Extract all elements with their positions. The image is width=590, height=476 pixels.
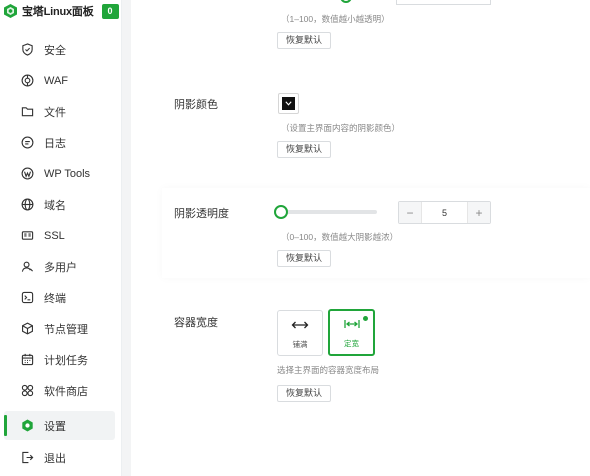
apps-icon — [20, 384, 34, 398]
sidebar-item-label: 文件 — [44, 106, 66, 119]
sidebar-item-logout[interactable]: 退出 — [4, 443, 115, 472]
notification-badge[interactable]: 0 — [101, 3, 119, 19]
sidebar-item-label: WAF — [44, 74, 69, 87]
sidebar-item-label: 多用户 — [44, 261, 77, 274]
sidebar-item-security[interactable]: 安全 — [4, 35, 115, 64]
width-option-label: 定宽 — [344, 339, 359, 348]
increment-button[interactable]: + — [468, 202, 490, 223]
top-reset-button[interactable]: 恢复默认 — [277, 32, 332, 49]
ssl-icon — [20, 229, 34, 243]
sidebar-item-label: 退出 — [44, 452, 66, 465]
container-width-reset-button[interactable]: 恢复默认 — [277, 385, 332, 402]
sidebar-item-label: 节点管理 — [44, 323, 88, 336]
sidebar-item-logs[interactable]: 日志 — [4, 128, 115, 157]
sidebar-item-app-store[interactable]: 软件商店 — [4, 376, 115, 405]
shield-icon — [20, 43, 34, 57]
slider-knob-partial[interactable] — [338, 0, 354, 4]
decrement-button[interactable]: − — [399, 202, 421, 223]
shadow-color-picker[interactable] — [278, 93, 299, 114]
wordpress-icon — [20, 167, 34, 181]
sidebar-item-settings[interactable]: 设置 — [4, 411, 115, 440]
shadow-opacity-slider-knob[interactable] — [274, 205, 288, 219]
sidebar-item-label: 终端 — [44, 292, 66, 305]
selected-indicator — [363, 316, 368, 321]
cube-icon — [20, 322, 34, 336]
log-icon — [20, 136, 34, 150]
shadow-opacity-reset-button[interactable]: 恢复默认 — [277, 250, 332, 267]
expand-arrows-icon — [291, 317, 309, 333]
folder-icon — [20, 105, 34, 119]
sidebar-item-multi-user[interactable]: 多用户 — [4, 252, 115, 281]
sidebar-item-ssl[interactable]: SSL — [4, 221, 115, 250]
color-swatch — [282, 97, 295, 110]
width-option-label: 铺满 — [292, 339, 308, 349]
bt-logo-icon — [4, 4, 17, 18]
fixed-width-icon — [343, 316, 360, 332]
container-width-hint: 选择主界面的容器宽度布局 — [277, 365, 380, 375]
sidebar-item-label: 域名 — [44, 199, 66, 212]
width-option-full[interactable]: 铺满 — [277, 310, 323, 356]
users-icon — [20, 260, 34, 274]
sidebar-item-label: 设置 — [44, 420, 66, 433]
shadow-opacity-stepper: − 5 + — [398, 201, 491, 224]
shadow-opacity-label: 阴影透明度 — [174, 208, 229, 220]
shadow-color-label: 阴影颜色 — [174, 99, 218, 111]
brand-title: 宝塔Linux面板 — [22, 6, 94, 18]
sidebar-item-files[interactable]: 文件 — [4, 97, 115, 126]
brand: 宝塔Linux面板 0 — [0, 0, 121, 22]
shadow-opacity-slider-track[interactable] — [283, 210, 377, 214]
terminal-icon — [20, 291, 34, 305]
width-option-fixed[interactable]: 定宽 — [328, 309, 375, 356]
sidebar-item-label: SSL — [44, 229, 65, 242]
shadow-color-hint: （设置主界面内容的阴影颜色） — [281, 123, 401, 133]
chevron-down-icon — [285, 101, 292, 106]
sidebar-item-label: 日志 — [44, 137, 66, 150]
sidebar: 宝塔Linux面板 0 安全 WAF 文件 日志 WP Tools 域名 SSL… — [0, 0, 122, 476]
sidebar-item-terminal[interactable]: 终端 — [4, 283, 115, 312]
logout-icon — [20, 451, 34, 465]
sidebar-item-label: 安全 — [44, 44, 66, 57]
shadow-opacity-input[interactable]: 5 — [421, 202, 468, 223]
sidebar-item-label: 软件商店 — [44, 385, 88, 398]
sidebar-item-cron[interactable]: 计划任务 — [4, 345, 115, 374]
top-hint: （1–100，数值越小越透明） — [281, 14, 390, 24]
sidebar-item-domains[interactable]: 域名 — [4, 190, 115, 219]
globe-icon — [20, 198, 34, 212]
stepper-partial[interactable] — [396, 0, 491, 5]
waf-icon — [20, 74, 34, 88]
sidebar-item-waf[interactable]: WAF — [4, 66, 115, 95]
sidebar-item-label: WP Tools — [44, 167, 91, 180]
container-width-label: 容器宽度 — [174, 317, 218, 329]
settings-icon — [20, 419, 34, 433]
shadow-opacity-hint: （0–100，数值越大阴影越浓） — [281, 232, 399, 242]
sidebar-item-wp-tools[interactable]: WP Tools — [4, 159, 115, 188]
shadow-color-reset-button[interactable]: 恢复默认 — [277, 141, 332, 158]
calendar-icon — [20, 353, 34, 367]
sidebar-item-node-management[interactable]: 节点管理 — [4, 314, 115, 343]
sidebar-item-label: 计划任务 — [44, 354, 88, 367]
